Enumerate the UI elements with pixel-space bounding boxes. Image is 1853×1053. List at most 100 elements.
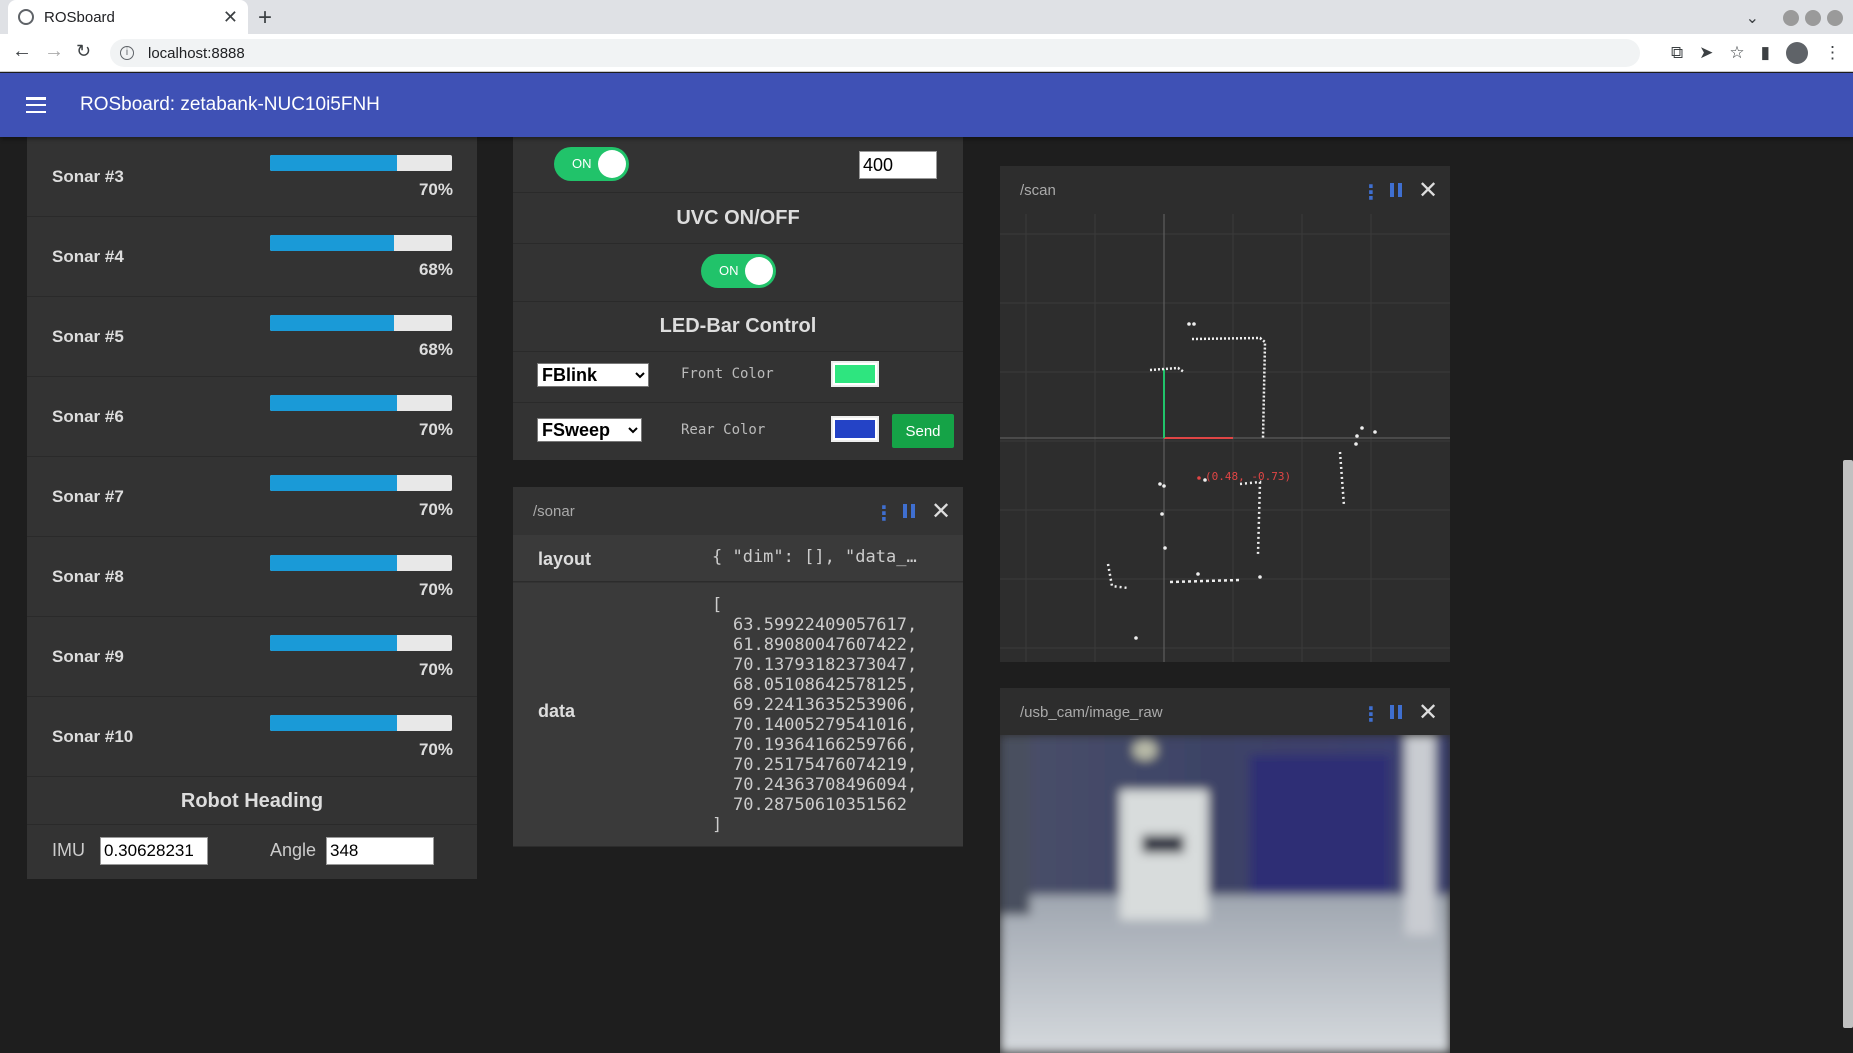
panel-title: /sonar xyxy=(533,503,575,520)
imu-input[interactable] xyxy=(100,837,208,865)
sonar-data-value: 69.22413635253906, xyxy=(733,695,918,715)
sonar-progress-bar xyxy=(270,395,452,411)
sonar-data-value: 61.89080047607422, xyxy=(733,635,918,655)
divider xyxy=(513,192,963,193)
new-tab-icon[interactable]: + xyxy=(258,4,272,32)
top-value-input[interactable] xyxy=(859,151,937,179)
rear-color-picker[interactable] xyxy=(831,416,879,442)
sonar-progress-bar xyxy=(270,715,452,731)
sonar-percent: 68% xyxy=(418,340,453,359)
panel-header: /scan ⋮ ✕ xyxy=(1000,166,1450,214)
profile-avatar[interactable] xyxy=(1786,42,1808,64)
robot-heading-title: Robot Heading xyxy=(27,777,477,825)
pause-icon[interactable] xyxy=(1390,183,1402,197)
sonar-percent: 70% xyxy=(418,580,453,599)
sonar-label: Sonar #9 xyxy=(52,647,124,666)
sonar-progress-fill xyxy=(270,555,398,571)
sonar-row: Sonar #5 68% xyxy=(27,297,477,377)
uvc-toggle[interactable]: ON xyxy=(701,254,776,288)
address-bar[interactable]: i localhost:8888 xyxy=(110,39,1640,67)
sonar-percent: 70% xyxy=(418,420,453,439)
send-icon[interactable]: ➤ xyxy=(1699,43,1713,63)
minimize-button[interactable] xyxy=(1783,9,1799,26)
power-toggle[interactable]: ON xyxy=(554,147,629,181)
sonar-row: Sonar #10 70% xyxy=(27,697,477,777)
url-text: localhost:8888 xyxy=(148,44,245,62)
sonar-row: Sonar #4 68% xyxy=(27,217,477,297)
sonar-progress-bar xyxy=(270,235,452,251)
toggle-knob xyxy=(598,150,626,178)
sonar-label: Sonar #3 xyxy=(52,167,124,186)
sonar-percent: 68% xyxy=(418,260,453,279)
sonar-label: Sonar #5 xyxy=(52,327,124,346)
sonar-label: Sonar #7 xyxy=(52,487,124,506)
divider xyxy=(513,402,963,403)
sonar-percent: 70% xyxy=(418,740,453,759)
side-panel-icon[interactable]: ▮ xyxy=(1761,43,1770,63)
sonar-data-value: 70.28750610351562 xyxy=(733,795,907,815)
rear-mode-select[interactable]: FSweep xyxy=(537,418,642,442)
angle-label: Angle xyxy=(270,840,317,860)
bookmark-star-icon[interactable]: ☆ xyxy=(1729,43,1744,63)
sonar-label: Sonar #6 xyxy=(52,407,124,426)
rear-color-swatch xyxy=(835,420,875,438)
hamburger-menu-icon[interactable] xyxy=(26,97,46,113)
sonar-row: Sonar #6 70% xyxy=(27,377,477,457)
pause-icon[interactable] xyxy=(903,504,915,518)
cursor-coordinate-label: (0.48, -0.73) xyxy=(1205,470,1291,483)
sonar-percent: 70% xyxy=(418,500,453,519)
browser-tab-title: ROSboard xyxy=(44,8,115,26)
sonar-progress-bar xyxy=(270,555,452,571)
maximize-button[interactable] xyxy=(1805,9,1821,26)
layout-row: layout { "dim": [], "data_… xyxy=(513,535,963,582)
uvc-title: UVC ON/OFF xyxy=(676,207,800,229)
close-window-button[interactable] xyxy=(1827,9,1843,26)
site-info-icon[interactable]: i xyxy=(120,46,134,60)
sonar-progress-bar xyxy=(270,475,452,491)
sonar-data-value: 70.19364166259766, xyxy=(733,735,918,755)
front-color-picker[interactable] xyxy=(831,361,879,387)
more-options-icon[interactable]: ⋮ xyxy=(1361,702,1381,726)
forward-icon[interactable]: → xyxy=(44,40,64,63)
camera-image xyxy=(1000,735,1450,1053)
sonar-label: Sonar #4 xyxy=(52,247,124,266)
panel-title: /usb_cam/image_raw xyxy=(1020,704,1163,721)
sonar-percent: 70% xyxy=(418,660,453,679)
pause-icon[interactable] xyxy=(1390,705,1402,719)
sonar-topic-panel: /sonar ⋮ ✕ layout { "dim": [], "data_… d… xyxy=(513,487,963,847)
sonar-label: Sonar #10 xyxy=(52,727,134,746)
sonar-data-value: 70.25175476074219, xyxy=(733,755,918,775)
toggle-knob xyxy=(745,257,773,285)
send-button[interactable]: Send xyxy=(892,414,954,448)
close-icon[interactable]: ✕ xyxy=(1418,698,1438,726)
browser-tab[interactable]: ROSboard ✕ xyxy=(8,0,248,34)
layout-key: layout xyxy=(538,549,592,569)
browser-tab-strip: ROSboard ✕ + ⌄ xyxy=(0,0,1853,34)
menu-kebab-icon[interactable]: ⋮ xyxy=(1824,43,1841,63)
close-tab-icon[interactable]: ✕ xyxy=(223,7,238,28)
translate-icon[interactable]: ⧉ xyxy=(1671,43,1683,63)
sonar-data-value: 70.13793182373047, xyxy=(733,655,918,675)
rear-color-label: Rear Color xyxy=(681,422,766,438)
reload-icon[interactable]: ↻ xyxy=(76,41,91,62)
more-options-icon[interactable]: ⋮ xyxy=(874,501,894,525)
more-options-icon[interactable]: ⋮ xyxy=(1361,180,1381,204)
sonar-label: Sonar #8 xyxy=(52,567,124,586)
back-icon[interactable]: ← xyxy=(12,40,32,63)
sonar-progress-fill xyxy=(270,635,398,651)
laser-scan-plot[interactable]: (0.48, -0.73) xyxy=(1000,214,1450,662)
page-scrollbar[interactable] xyxy=(1843,460,1853,1028)
panel-title: /scan xyxy=(1020,182,1056,199)
imu-row: IMU Angle xyxy=(27,825,477,877)
close-icon[interactable]: ✕ xyxy=(1418,176,1438,204)
front-mode-select[interactable]: FBlink xyxy=(537,363,649,387)
power-toggle-label: ON xyxy=(572,156,592,171)
tab-search-icon[interactable]: ⌄ xyxy=(1746,8,1759,27)
scan-topic-panel: /scan ⋮ ✕ (0.48, -0.73) xyxy=(1000,166,1450,662)
imu-label: IMU xyxy=(52,840,85,860)
sonar-data-value: 70.24363708496094, xyxy=(733,775,918,795)
angle-input[interactable] xyxy=(326,837,434,865)
sonar-progress-fill xyxy=(270,395,398,411)
close-icon[interactable]: ✕ xyxy=(931,497,951,525)
camera-topic-panel: /usb_cam/image_raw ⋮ ✕ xyxy=(1000,688,1450,1053)
